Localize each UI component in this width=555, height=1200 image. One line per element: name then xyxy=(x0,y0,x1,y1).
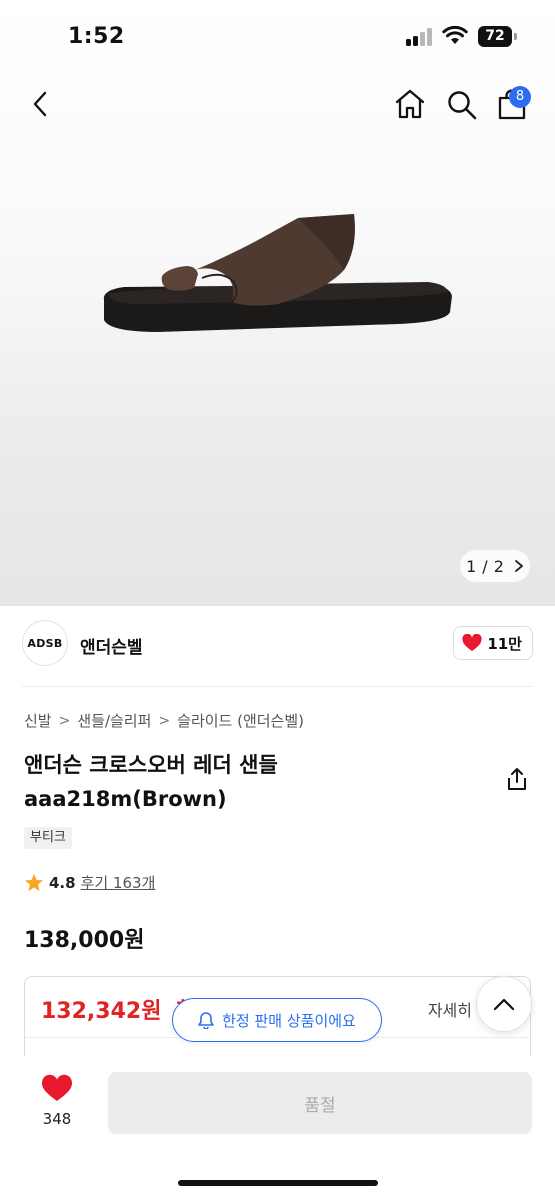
wifi-icon xyxy=(442,25,468,44)
product-tag: 부티크 xyxy=(24,827,72,849)
star-icon xyxy=(25,873,43,891)
heart-icon xyxy=(462,634,482,651)
top-navigation xyxy=(0,76,555,136)
home-icon[interactable] xyxy=(394,88,426,120)
status-bar: 1:52 72 xyxy=(0,0,555,76)
pager-separator: / xyxy=(482,556,488,576)
bell-icon xyxy=(198,1012,214,1029)
breadcrumb-item[interactable]: 신발 xyxy=(24,710,52,731)
pager-current: 1 xyxy=(466,556,477,576)
brand-like-count: 11만 xyxy=(487,634,522,653)
cellular-signal-icon xyxy=(406,28,434,46)
sold-out-button[interactable]: 품절 xyxy=(108,1072,532,1134)
cart-count-badge: 8 xyxy=(509,86,531,108)
breadcrumb-item[interactable]: 샌들/슬리퍼 xyxy=(77,710,151,731)
product-price: 138,000원 xyxy=(24,928,145,953)
coupon-details-link[interactable]: 자세히 xyxy=(428,997,472,1021)
wishlist-button[interactable]: 348 xyxy=(34,1074,80,1128)
gallery-pager[interactable]: 1 / 2 xyxy=(460,550,530,582)
heart-icon xyxy=(41,1074,73,1101)
breadcrumb-item[interactable]: 슬라이드 (앤더슨벨) xyxy=(177,710,304,731)
wishlist-count: 348 xyxy=(42,1110,72,1128)
toast-text: 한정 판매 상품이에요 xyxy=(222,1011,356,1030)
share-icon[interactable] xyxy=(505,766,529,792)
product-title: 앤더슨 크로스오버 레더 샌들 aaa218m(Brown) xyxy=(24,753,278,811)
brand-like-button[interactable]: 11만 xyxy=(453,626,533,660)
limited-sale-toast: 한정 판매 상품이에요 xyxy=(172,998,382,1042)
chevron-right-icon xyxy=(514,560,523,572)
reviews-link[interactable]: 후기 163개 xyxy=(81,872,156,893)
pager-total: 2 xyxy=(493,556,504,576)
battery-icon: 72 xyxy=(478,26,518,47)
divider xyxy=(22,686,533,687)
chevron-up-icon xyxy=(493,998,515,1011)
breadcrumb: 신발 > 샌들/슬리퍼 > 슬라이드 (앤더슨벨) xyxy=(24,710,304,731)
battery-level: 72 xyxy=(478,26,512,47)
brand-row: ADSB 앤더슨벨 11만 xyxy=(22,620,533,672)
status-time: 1:52 xyxy=(68,24,125,49)
back-arrow-icon[interactable] xyxy=(28,90,52,118)
rating-row: 4.8 후기 163개 xyxy=(24,872,155,893)
rating-score: 4.8 xyxy=(49,873,76,892)
coupon-price-value: 132,342원 xyxy=(41,999,162,1024)
product-image xyxy=(103,214,452,332)
chevron-right-icon: > xyxy=(58,712,71,729)
scroll-to-top-button[interactable] xyxy=(476,976,532,1032)
search-icon[interactable] xyxy=(446,89,478,121)
brand-logo[interactable]: ADSB xyxy=(22,620,68,666)
chevron-right-icon: > xyxy=(158,712,171,729)
home-indicator xyxy=(178,1180,378,1186)
brand-name[interactable]: 앤더슨벨 xyxy=(80,633,143,658)
